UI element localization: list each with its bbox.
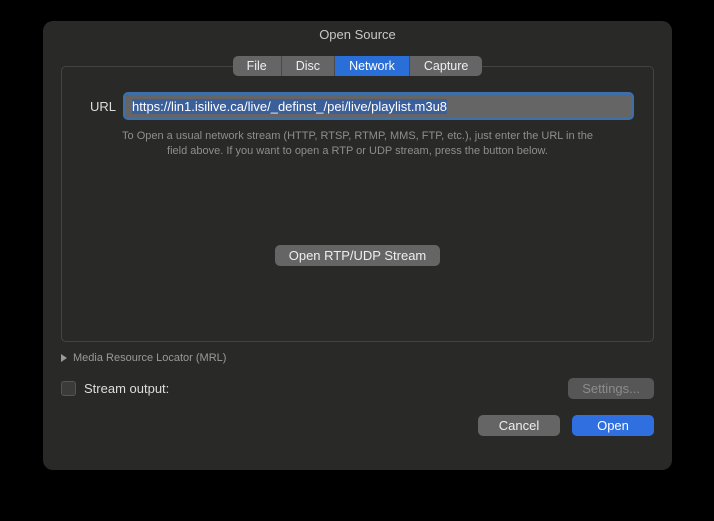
- tab-disc[interactable]: Disc: [282, 56, 335, 76]
- disclosure-triangle-icon: [61, 354, 67, 362]
- open-rtp-udp-button[interactable]: Open RTP/UDP Stream: [275, 245, 441, 266]
- open-button[interactable]: Open: [572, 415, 654, 436]
- network-panel: URL To Open a usual network stream (HTTP…: [61, 66, 654, 342]
- stream-output-label: Stream output:: [84, 381, 169, 396]
- hint-line1: To Open a usual network stream (HTTP, RT…: [122, 130, 593, 142]
- tab-bar: File Disc Network Capture: [61, 56, 654, 76]
- tab-capture[interactable]: Capture: [410, 56, 482, 76]
- mrl-disclosure[interactable]: Media Resource Locator (MRL): [61, 352, 654, 364]
- url-input[interactable]: [126, 95, 631, 117]
- window-content: File Disc Network Capture URL To Open a …: [43, 46, 672, 470]
- stream-output-checkbox[interactable]: [61, 381, 76, 396]
- cancel-button[interactable]: Cancel: [478, 415, 560, 436]
- hint-line2: field above. If you want to open a RTP o…: [167, 145, 548, 157]
- tab-file[interactable]: File: [233, 56, 282, 76]
- network-hint: To Open a usual network stream (HTTP, RT…: [84, 129, 631, 159]
- window-title: Open Source: [43, 21, 672, 46]
- settings-button[interactable]: Settings...: [568, 378, 654, 399]
- tab-network[interactable]: Network: [335, 56, 410, 76]
- url-label: URL: [84, 99, 116, 114]
- mrl-label: Media Resource Locator (MRL): [73, 352, 226, 364]
- open-source-window: Open Source File Disc Network Capture UR…: [43, 21, 672, 470]
